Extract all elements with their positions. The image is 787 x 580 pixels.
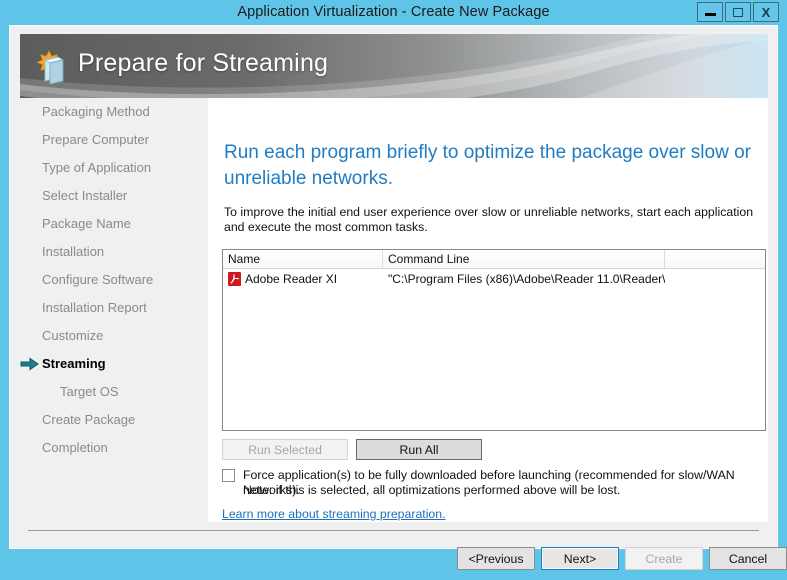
table-header-row: Name Command Line: [223, 250, 765, 269]
run-all-button[interactable]: Run All: [356, 439, 482, 460]
client-area: Prepare for Streaming Packaging Method P…: [9, 25, 787, 570]
run-all-label: Run All: [399, 442, 439, 457]
cancel-button[interactable]: Cancel: [709, 547, 787, 570]
sidebar-item-label: Prepare Computer: [42, 132, 149, 147]
table-cell-command-line: "C:\Program Files (x86)\Adobe\Reader 11.…: [388, 271, 665, 286]
footer-separator: [28, 530, 759, 531]
sidebar-item-package-name[interactable]: Package Name: [20, 210, 198, 238]
title-bar: Application Virtualization - Create New …: [0, 0, 787, 25]
sidebar-item-customize[interactable]: Customize: [20, 322, 198, 350]
page-banner: Prepare for Streaming: [20, 34, 768, 98]
sidebar-item-label: Installation Report: [42, 300, 147, 315]
main-content-panel: Run each program briefly to optimize the…: [208, 98, 768, 522]
force-download-note: Note: if this is selected, all optimizat…: [243, 483, 621, 497]
sidebar-item-create-package[interactable]: Create Package: [20, 406, 198, 434]
sidebar-item-type-of-application[interactable]: Type of Application: [20, 154, 198, 182]
sidebar-item-prepare-computer[interactable]: Prepare Computer: [20, 126, 198, 154]
sidebar-item-label: Type of Application: [42, 160, 152, 175]
programs-table[interactable]: Name Command Line Adobe Reader XI "C:\Pr…: [222, 249, 766, 431]
close-button[interactable]: X: [753, 2, 779, 22]
maximize-icon: [733, 7, 743, 17]
close-icon: X: [761, 4, 771, 20]
sidebar-item-label: Select Installer: [42, 188, 128, 203]
program-name: Adobe Reader XI: [245, 271, 338, 286]
learn-more-link[interactable]: Learn more about streaming preparation.: [222, 507, 446, 521]
next-label: Next>: [563, 551, 597, 566]
sidebar-item-label: Package Name: [42, 216, 131, 231]
sidebar-item-label: Streaming: [42, 356, 106, 371]
sidebar-item-installation-report[interactable]: Installation Report: [20, 294, 198, 322]
window-title: Application Virtualization - Create New …: [237, 4, 550, 20]
page-description: To improve the initial end user experien…: [224, 205, 754, 234]
table-cell-name: Adobe Reader XI: [223, 271, 383, 286]
window-controls: X: [697, 2, 779, 22]
sidebar-item-configure-software[interactable]: Configure Software: [20, 266, 198, 294]
run-selected-button[interactable]: Run Selected: [222, 439, 348, 460]
sidebar-item-label: Target OS: [60, 384, 119, 399]
next-button[interactable]: Next>: [541, 547, 619, 570]
previous-label: <Previous: [468, 551, 524, 566]
force-download-checkbox[interactable]: [222, 469, 235, 482]
sidebar-item-label: Packaging Method: [42, 104, 150, 119]
application-window: Application Virtualization - Create New …: [0, 0, 787, 570]
sidebar-item-packaging-method[interactable]: Packaging Method: [20, 98, 198, 126]
minimize-button[interactable]: [697, 2, 723, 22]
minimize-icon: [704, 13, 716, 16]
adobe-pdf-icon: [228, 271, 241, 286]
maximize-button[interactable]: [725, 2, 751, 22]
column-header-name[interactable]: Name: [223, 250, 383, 268]
sidebar-item-completion[interactable]: Completion: [20, 434, 198, 462]
footer-bar: <Previous Next> Create Cancel: [10, 540, 787, 580]
current-step-arrow-icon: [20, 357, 39, 371]
column-header-command-line[interactable]: Command Line: [383, 250, 665, 268]
sidebar-item-streaming[interactable]: Streaming: [20, 350, 198, 378]
create-button[interactable]: Create: [625, 547, 703, 570]
sidebar-item-select-installer[interactable]: Select Installer: [20, 182, 198, 210]
previous-button[interactable]: <Previous: [457, 547, 535, 570]
sidebar-item-label: Installation: [42, 244, 105, 259]
run-selected-label: Run Selected: [248, 442, 322, 457]
table-row[interactable]: Adobe Reader XI "C:\Program Files (x86)\…: [223, 269, 765, 288]
sidebar-item-label: Create Package: [42, 412, 136, 427]
sidebar-item-label: Customize: [42, 328, 104, 343]
create-label: Create: [645, 551, 683, 566]
banner-title: Prepare for Streaming: [78, 49, 329, 77]
sidebar-item-label: Completion: [42, 440, 108, 455]
wizard-steps-sidebar: Packaging Method Prepare Computer Type o…: [20, 98, 198, 508]
cancel-label: Cancel: [728, 551, 768, 566]
page-heading: Run each program briefly to optimize the…: [224, 142, 751, 189]
sidebar-item-target-os[interactable]: Target OS: [20, 378, 198, 406]
column-header-extra[interactable]: [665, 250, 765, 268]
package-star-icon: [36, 50, 65, 85]
sidebar-item-label: Configure Software: [42, 272, 154, 287]
sidebar-item-installation[interactable]: Installation: [20, 238, 198, 266]
